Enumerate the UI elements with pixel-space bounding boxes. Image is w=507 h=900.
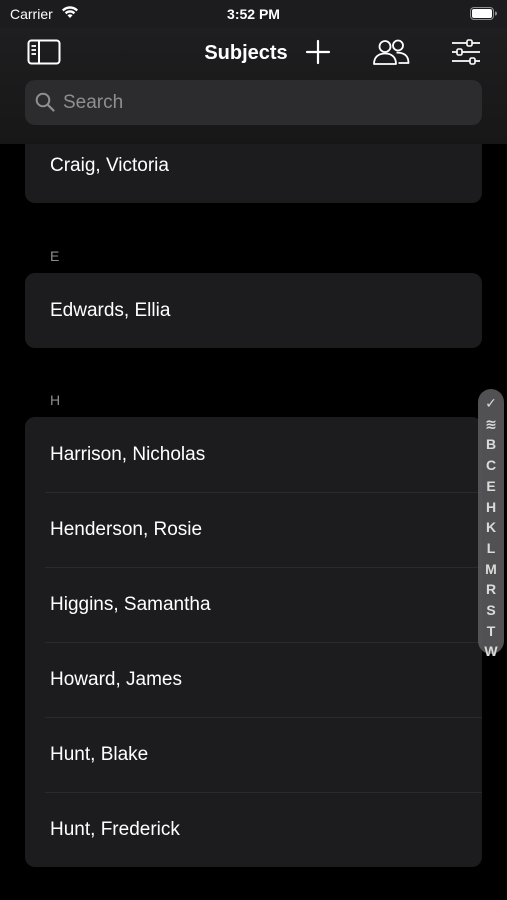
index-letter-t[interactable]: T [478, 621, 504, 642]
index-letter-l[interactable]: L [478, 538, 504, 559]
battery-icon [470, 7, 497, 20]
list-item[interactable]: Edwards, Ellia [25, 273, 482, 348]
section-card-c: Craig, Victoria [25, 144, 482, 203]
subject-name: Hunt, Blake [50, 744, 149, 765]
section-card-e: Edwards, Ellia [25, 273, 482, 348]
section-index-bar[interactable]: ✓ ≋ B C E H K L M R S T W [478, 389, 504, 659]
index-letter-w[interactable]: W [478, 641, 504, 662]
index-letter-b[interactable]: B [478, 434, 504, 455]
section-card-h: Harrison, Nicholas Henderson, Rosie Higg… [25, 417, 482, 867]
subject-name: Henderson, Rosie [50, 519, 203, 540]
search-field[interactable] [25, 80, 482, 125]
page-title: Subjects [204, 42, 288, 64]
list-item[interactable]: Hunt, Blake [25, 717, 482, 792]
index-letter-s[interactable]: S [478, 600, 504, 621]
status-time: 3:52 PM [227, 6, 280, 22]
section-header-e: E [50, 248, 60, 264]
navigation-bar: Subjects [0, 28, 507, 144]
search-input[interactable] [63, 80, 463, 125]
subject-name: Howard, James [50, 669, 182, 690]
subject-list: Craig, Victoria E Edwards, Ellia H Harri… [0, 144, 507, 900]
list-item[interactable]: Hunt, Frederick [25, 792, 482, 867]
section-header-h: H [50, 392, 61, 408]
index-letter-r[interactable]: R [478, 579, 504, 600]
screen: Carrier 3:52 PM Subjects Search Craig, V… [0, 0, 507, 900]
search-icon [35, 92, 55, 112]
index-letter-m[interactable]: M [478, 559, 504, 580]
index-letter-c[interactable]: C [478, 455, 504, 476]
list-item[interactable]: Howard, James [25, 642, 482, 717]
subject-name: Harrison, Nicholas [50, 444, 206, 465]
sidebar-icon[interactable] [27, 39, 61, 65]
sliders-icon[interactable] [451, 39, 481, 65]
plus-icon[interactable] [304, 38, 332, 66]
index-letter-e[interactable]: E [478, 476, 504, 497]
index-letter-h[interactable]: H [478, 497, 504, 518]
people-icon[interactable] [371, 38, 411, 66]
status-bar: Carrier 3:52 PM [0, 0, 507, 28]
index-list-glyph[interactable]: ≋ [478, 414, 504, 435]
index-checkmark[interactable]: ✓ [478, 393, 504, 414]
subject-name: Hunt, Frederick [50, 819, 180, 840]
list-item[interactable]: Higgins, Samantha [25, 567, 482, 642]
list-item[interactable]: Craig, Victoria [25, 144, 482, 203]
index-letter-k[interactable]: K [478, 517, 504, 538]
subject-name: Higgins, Samantha [50, 594, 211, 615]
subject-name: Craig, Victoria [50, 155, 169, 176]
subject-name: Edwards, Ellia [50, 300, 171, 321]
list-item[interactable]: Harrison, Nicholas [25, 417, 482, 492]
list-item[interactable]: Henderson, Rosie [25, 492, 482, 567]
